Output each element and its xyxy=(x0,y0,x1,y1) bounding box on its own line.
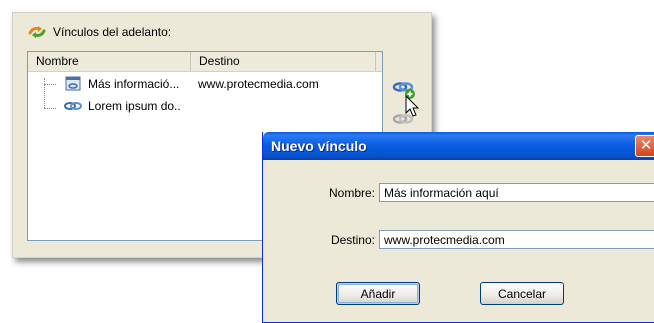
dialog-title: Nuevo vínculo xyxy=(271,138,367,154)
close-icon: ✕ xyxy=(639,137,653,154)
row-destination: www.protecmedia.com xyxy=(198,77,319,91)
panel-header: Vínculos del adelanto: xyxy=(27,23,171,41)
mouse-cursor-icon xyxy=(405,95,420,117)
link-page-icon xyxy=(65,76,81,91)
close-button[interactable]: ✕ xyxy=(635,135,654,157)
destino-field[interactable] xyxy=(379,230,654,249)
list-item[interactable]: Más informació... www.protecmedia.com xyxy=(28,76,378,92)
add-button[interactable]: Añadir xyxy=(336,282,420,305)
list-item[interactable]: Lorem ipsum do.. xyxy=(28,98,378,114)
new-link-dialog: Nuevo vínculo ✕ Nombre: Destino: Añadir … xyxy=(262,132,654,323)
panel-header-label: Vínculos del adelanto: xyxy=(53,25,172,39)
column-header-destino[interactable]: Destino xyxy=(191,52,376,71)
nombre-label: Nombre: xyxy=(328,186,375,200)
column-header-nombre[interactable]: Nombre xyxy=(28,52,191,71)
links-icon xyxy=(28,26,46,38)
cancel-button[interactable]: Cancelar xyxy=(480,282,564,305)
list-header: Nombre Destino xyxy=(28,52,382,72)
link-icon xyxy=(64,102,82,110)
destino-label: Destino: xyxy=(330,233,375,247)
dialog-titlebar[interactable]: Nuevo vínculo ✕ xyxy=(263,132,654,160)
row-name: Lorem ipsum do.. xyxy=(88,99,181,113)
row-name: Más informació... xyxy=(88,77,180,91)
nombre-field[interactable] xyxy=(379,183,654,202)
